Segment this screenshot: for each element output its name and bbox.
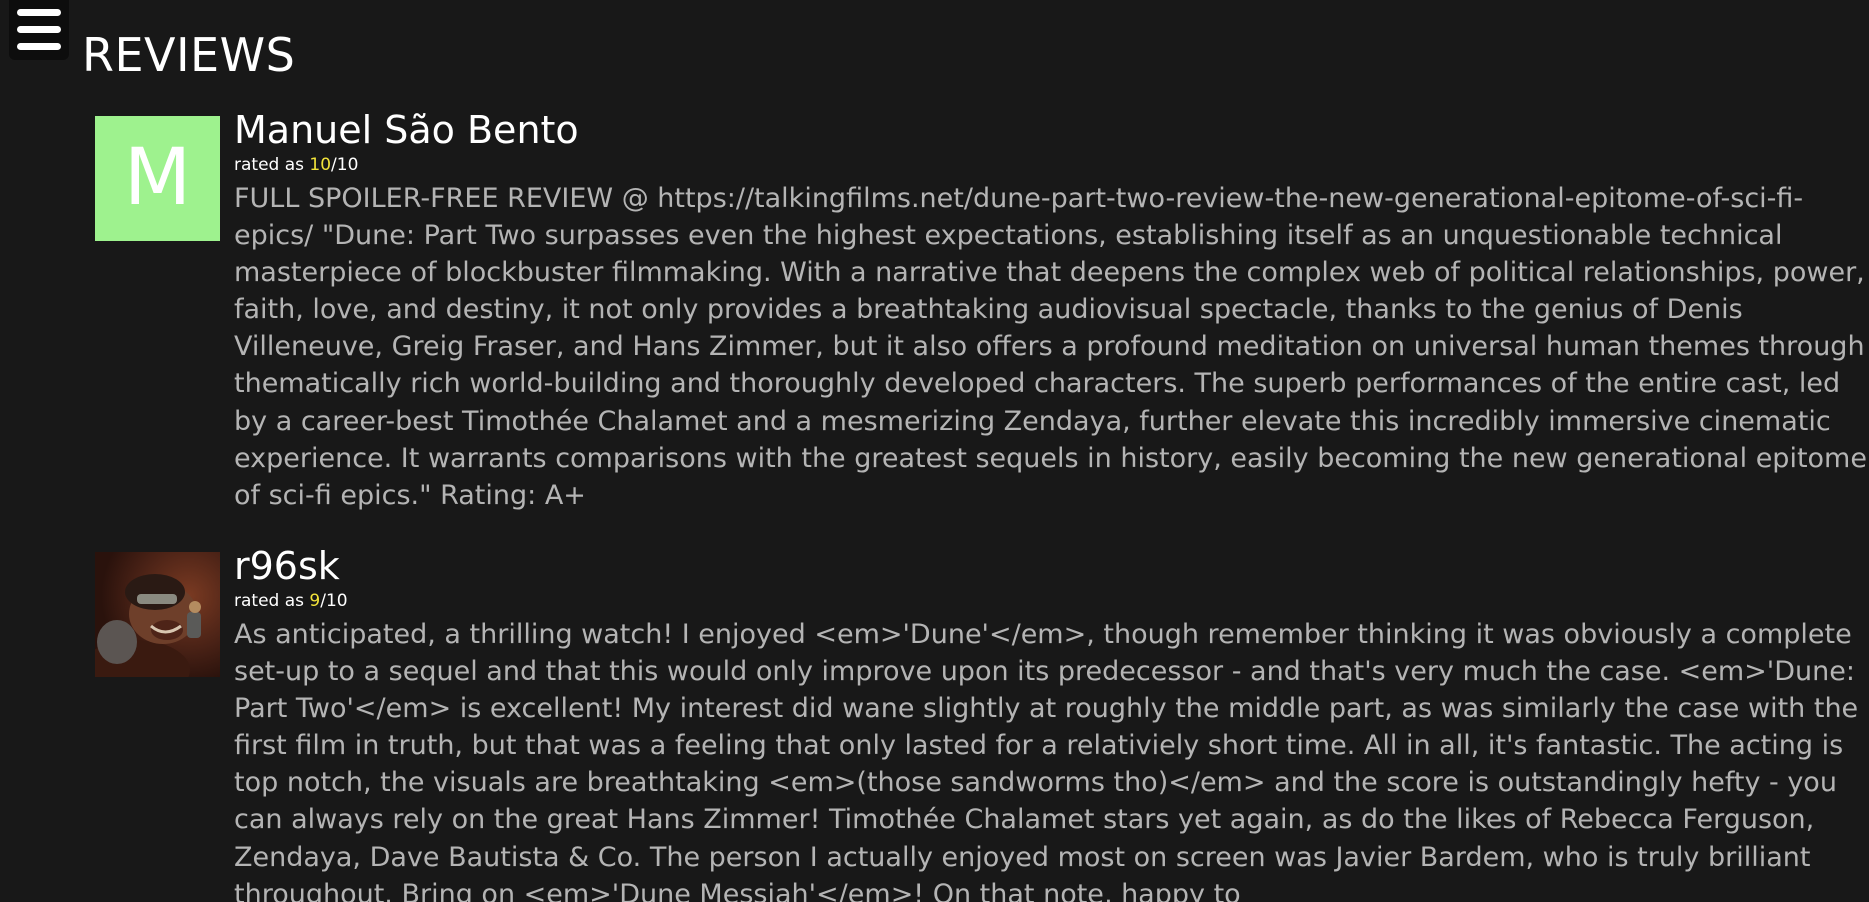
avatar [95, 552, 220, 677]
page-title: REVIEWS [82, 28, 296, 82]
review-body: r96sk rated as 9/10 As anticipated, a th… [234, 542, 1869, 902]
rating-suffix: /10 [320, 591, 348, 611]
menu-button[interactable] [9, 0, 69, 60]
reviews-page: REVIEWS M Manuel São Bento rated as 10/1… [0, 0, 1869, 902]
avatar: M [95, 116, 220, 241]
rating-score: 10 [309, 155, 332, 175]
review-rating: rated as 10/10 [234, 154, 1869, 176]
rating-suffix: /10 [331, 155, 359, 175]
review-text: As anticipated, a thrilling watch! I enj… [234, 619, 1859, 902]
review-text: FULL SPOILER-FREE REVIEW @ https://talki… [234, 183, 1867, 511]
reviewer-name: r96sk [234, 544, 340, 588]
rating-prefix: rated as [234, 155, 310, 175]
reviewer-name: Manuel São Bento [234, 108, 579, 152]
rating-score: 9 [309, 591, 321, 611]
review-body: Manuel São Bento rated as 10/10 FULL SPO… [234, 106, 1869, 514]
avatar-image [95, 552, 220, 677]
rating-prefix: rated as [234, 591, 310, 611]
review-rating: rated as 9/10 [234, 590, 1869, 612]
